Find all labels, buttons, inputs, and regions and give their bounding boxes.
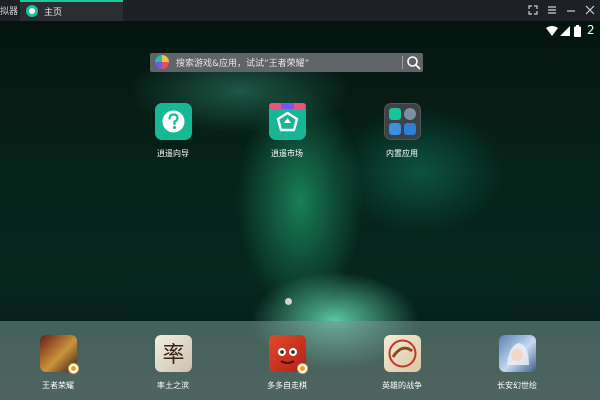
emulator-screen[interactable]: 2 搜索游戏&应用，试试“王者荣耀” 逍遥向导 逍遥市场 内置应用 王者荣耀 率… [0,21,600,400]
hero-war-game-icon [383,335,421,372]
app-label: 王者荣耀 [42,381,74,390]
mini-app-icon [388,108,401,120]
dock: 王者荣耀 率 率土之滨 多多自走棋 英雄的战争 长安幻世绘 [0,321,600,400]
app-title: 拟器 [0,7,19,17]
window-titlebar: 拟器 主页 [0,0,600,21]
search-input[interactable]: 搜索游戏&应用，试试“王者荣耀” [176,56,309,69]
minimize-icon[interactable] [564,3,578,17]
game-badge-icon [296,363,308,374]
app-label: 逍遥市场 [271,149,303,158]
app-label: 逍遥向导 [157,149,189,158]
signal-icon [560,26,570,36]
game-badge-icon [67,363,79,374]
battery-icon [574,25,581,37]
home-tab-icon [26,5,38,17]
dock-app-king-glory[interactable]: 王者荣耀 [23,335,93,391]
shuaitu-game-icon: 率 [154,335,192,372]
changan-game-icon [498,335,536,372]
tab-home[interactable]: 主页 [20,0,123,21]
mini-settings-icon [388,123,401,135]
mini-globe-icon [403,108,416,120]
mini-download-icon [403,123,416,135]
app-builtin-folder[interactable]: 内置应用 [367,103,437,159]
search-icon[interactable] [405,54,422,71]
dock-app-hero-war[interactable]: 英雄的战争 [367,335,437,391]
expand-icon[interactable] [526,3,540,17]
menu-icon[interactable] [545,3,559,17]
help-question-icon [154,103,192,140]
app-market[interactable]: 逍遥市场 [252,103,322,159]
page-indicator [285,298,292,305]
market-icon [268,103,306,140]
svg-text:率: 率 [162,343,184,368]
tab-home-label: 主页 [44,8,63,18]
dock-app-changan[interactable]: 长安幻世绘 [482,335,552,391]
dock-app-auto-chess[interactable]: 多多自走棋 [252,335,322,391]
app-label: 率土之滨 [157,381,189,390]
market-logo-icon [155,55,169,69]
app-label: 内置应用 [386,149,418,158]
status-clock: 2 [587,23,595,37]
folder-icon [383,103,421,140]
app-label: 长安幻世绘 [497,381,537,390]
dock-app-shuaitu[interactable]: 率 率土之滨 [138,335,208,391]
wifi-icon [546,26,558,36]
app-label: 多多自走棋 [267,381,307,390]
search-bar[interactable]: 搜索游戏&应用，试试“王者荣耀” [150,53,423,72]
android-status-bar: 2 [540,21,600,43]
close-icon[interactable] [583,3,597,17]
auto-chess-game-icon [268,335,308,374]
app-label: 英雄的战争 [382,381,422,390]
app-guide[interactable]: 逍遥向导 [138,103,208,159]
search-divider [402,56,403,69]
king-glory-game-icon [39,335,79,374]
